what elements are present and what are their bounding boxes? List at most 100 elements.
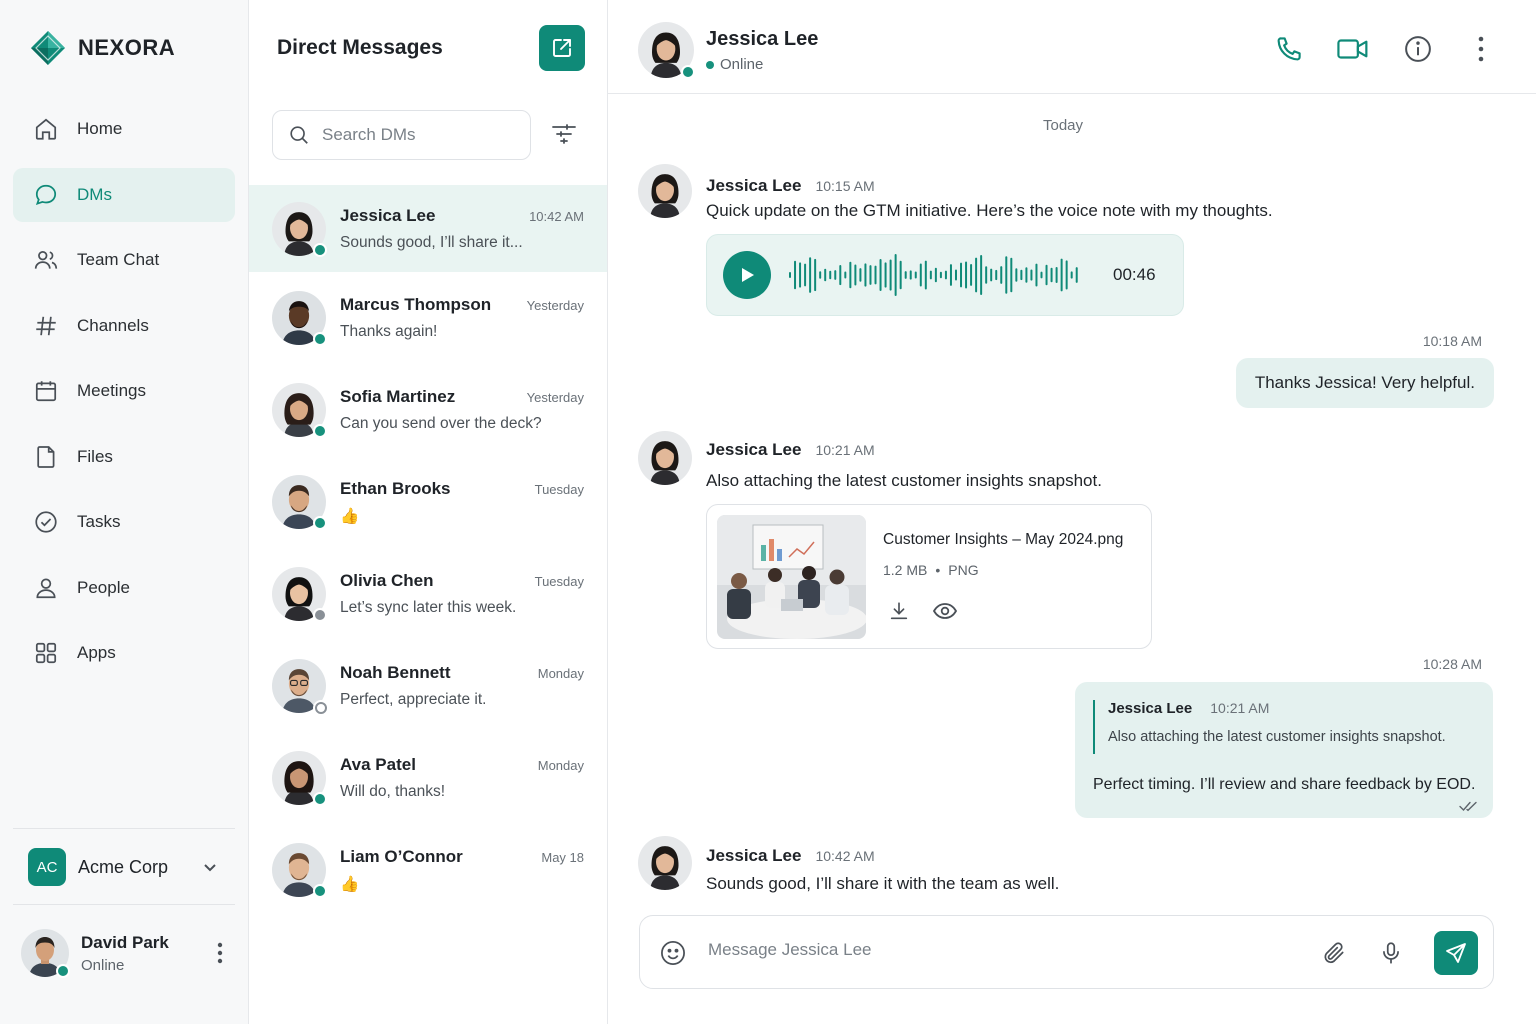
filter-button[interactable] xyxy=(550,122,578,148)
nav-item-files[interactable]: Files xyxy=(13,430,235,484)
conversation-header: Marcus Thompson Yesterday xyxy=(340,295,584,315)
waveform-bar xyxy=(864,263,867,287)
more-options-button[interactable] xyxy=(1464,32,1498,66)
voice-duration: 00:46 xyxy=(1113,265,1156,284)
nav-item-channels[interactable]: Channels xyxy=(13,299,235,353)
message-input[interactable] xyxy=(708,940,1288,960)
left-navigation: NEXORA Home DMs Team Chat Channels Meeti… xyxy=(0,0,249,1024)
waveform-bar xyxy=(1020,269,1023,281)
waveform-bar xyxy=(869,265,872,285)
file-thumbnail[interactable] xyxy=(717,515,866,639)
check-circle-icon xyxy=(35,511,57,533)
message-author: Jessica Lee xyxy=(706,440,802,459)
message-meta: Jessica Lee 10:15 AM xyxy=(706,176,875,196)
apps-grid-icon xyxy=(35,642,57,664)
attach-button[interactable] xyxy=(1319,938,1349,968)
conversation-item[interactable]: Liam O’Connor May 18 👍 xyxy=(249,824,607,916)
dm-panel-title: Direct Messages xyxy=(277,36,443,59)
avatar-icon xyxy=(638,164,692,218)
presence-online-indicator xyxy=(313,516,327,530)
conversation-header: Ethan Brooks Tuesday xyxy=(340,479,584,499)
waveform-bar xyxy=(1065,260,1068,290)
nav-item-apps[interactable]: Apps xyxy=(13,626,235,680)
conversation-time: Monday xyxy=(537,758,584,773)
preview-button[interactable] xyxy=(931,597,959,625)
waveform-bar xyxy=(889,259,892,291)
conversation-preview: Thanks again! xyxy=(340,323,438,340)
message-avatar[interactable] xyxy=(638,431,692,485)
waveform-bar xyxy=(919,263,922,287)
brand[interactable]: NEXORA xyxy=(30,30,175,66)
download-icon xyxy=(890,602,908,620)
search-input[interactable] xyxy=(322,125,512,145)
waveform-bar xyxy=(924,260,927,290)
send-button[interactable] xyxy=(1434,931,1478,975)
waveform-bar xyxy=(814,258,817,292)
waveform-bar xyxy=(944,270,947,280)
nav-item-dms[interactable]: DMs xyxy=(13,167,235,222)
presence-online-indicator xyxy=(313,792,327,806)
nav-item-home[interactable]: Home xyxy=(13,102,235,156)
nav-item-label: Files xyxy=(77,446,113,466)
message-avatar[interactable] xyxy=(638,836,692,890)
user-menu-button[interactable] xyxy=(209,938,231,968)
presence-online-indicator xyxy=(313,332,327,346)
conversation-time: Tuesday xyxy=(534,481,584,497)
nav-item-label: Meetings xyxy=(77,381,146,400)
workspace-switcher[interactable]: AC Acme Corp xyxy=(28,848,218,886)
nexora-logo-icon xyxy=(31,31,65,65)
conversation-item[interactable]: Jessica Lee 10:42 AM Sounds good, I’ll sha… xyxy=(249,185,607,272)
waveform-icon[interactable] xyxy=(789,253,1081,297)
conversation-time: May 18 xyxy=(541,849,584,865)
conversation-header: Sofia Martinez Yesterday xyxy=(340,387,584,407)
waveform-bar xyxy=(914,271,917,279)
play-button[interactable] xyxy=(723,251,771,299)
video-call-button[interactable] xyxy=(1336,32,1370,66)
person-icon xyxy=(36,577,56,598)
nav-item-people[interactable]: People xyxy=(13,561,235,615)
nav-item-team-chat[interactable]: Team Chat xyxy=(13,233,235,287)
current-user[interactable]: David Park Online xyxy=(21,928,231,978)
video-camera-icon xyxy=(1337,39,1368,59)
conversation-item[interactable]: Noah Bennett Monday Perfect, appreciate it… xyxy=(249,640,607,732)
chevron-down-icon xyxy=(204,864,216,872)
message-time: 10:18 AM xyxy=(1422,333,1482,349)
conversation-item[interactable]: Olivia Chen Tuesday Let’s sync later this … xyxy=(249,548,607,640)
nav-item-meetings[interactable]: Meetings xyxy=(13,364,235,418)
new-message-button[interactable] xyxy=(539,25,585,71)
file-name[interactable]: Customer Insights – May 2024.png xyxy=(883,531,1123,549)
voice-call-button[interactable] xyxy=(1272,32,1306,66)
waveform-bar xyxy=(939,271,942,279)
waveform-bar xyxy=(970,264,973,286)
conversation-item[interactable]: Ava Patel Monday Will do, thanks! xyxy=(249,732,607,824)
message-author: Jessica Lee xyxy=(706,846,802,865)
dm-panel: Direct Messages Jessica Lee 10:42 AM Sound… xyxy=(249,0,608,1024)
microphone-icon xyxy=(1383,942,1399,964)
message-text: Sounds good, I’ll share it with the team… xyxy=(706,874,1060,893)
emoji-button[interactable] xyxy=(658,938,688,968)
nav-item-label: Team Chat xyxy=(77,250,160,269)
contact-avatar[interactable] xyxy=(638,22,695,79)
quoted-message[interactable]: Jessica Lee 10:21 AM Also attaching the … xyxy=(1093,700,1446,754)
meeting-photo-icon xyxy=(717,515,866,639)
send-icon xyxy=(1446,943,1466,963)
message-composer xyxy=(639,915,1494,989)
nav-item-tasks[interactable]: Tasks xyxy=(13,495,235,549)
waveform-bar xyxy=(909,270,912,280)
avatar xyxy=(21,929,70,978)
filter-icon xyxy=(552,124,576,144)
download-button[interactable] xyxy=(885,597,913,625)
voice-record-button[interactable] xyxy=(1376,938,1406,968)
conversation-item[interactable]: Marcus Thompson Yesterday Thanks again! xyxy=(249,272,607,364)
conversation-info-button[interactable] xyxy=(1401,32,1435,66)
waveform-bar xyxy=(804,263,807,287)
waveform-bar xyxy=(1040,271,1043,279)
more-vertical-icon xyxy=(217,942,223,964)
file-type: PNG xyxy=(948,562,979,578)
file-attachment[interactable]: Customer Insights – May 2024.png 1.2 MB … xyxy=(706,504,1152,649)
conversation-item[interactable]: Sofia Martinez Yesterday Can you send over… xyxy=(249,364,607,456)
conversation-item[interactable]: Ethan Brooks Tuesday 👍 xyxy=(249,456,607,548)
waveform-bar xyxy=(1015,268,1018,282)
current-user-name: David Park xyxy=(81,932,169,952)
message-avatar[interactable] xyxy=(638,164,692,218)
